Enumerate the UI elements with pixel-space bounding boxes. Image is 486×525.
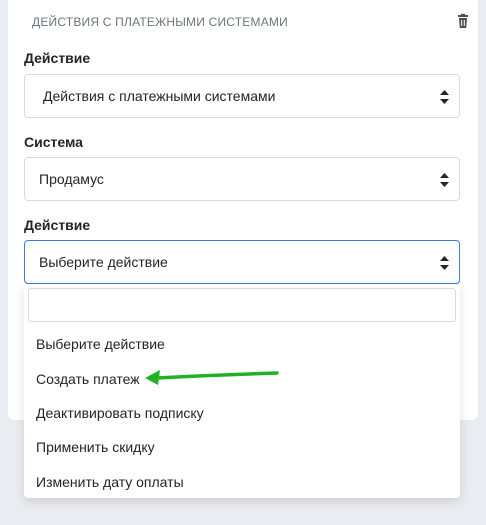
option-apply-discount[interactable]: Применить скидку [36, 439, 155, 455]
action-label-2: Действие [24, 217, 91, 233]
action-select[interactable]: Выберите действие [24, 240, 460, 284]
action-label: Действие [24, 50, 91, 66]
select-arrows-icon [440, 256, 449, 270]
action-type-value: Действия с платежными системами [43, 88, 276, 104]
card-title: Действия с платежными системами [32, 15, 288, 29]
system-value: Продамус [39, 171, 104, 187]
option-deactivate-subscription[interactable]: Деактивировать подписку [36, 405, 204, 421]
dropdown-search-input[interactable] [28, 288, 456, 322]
option-create-payment[interactable]: Создать платеж [36, 371, 140, 387]
annotation-arrow-icon [145, 370, 279, 385]
system-select[interactable]: Продамус [24, 157, 460, 201]
action-dropdown: Выберите действие Создать платеж Деактив… [24, 284, 460, 498]
option-select-action[interactable]: Выберите действие [36, 336, 165, 352]
select-arrows-icon [440, 90, 449, 104]
select-arrows-icon [440, 173, 449, 187]
action-value: Выберите действие [39, 254, 168, 270]
system-label: Система [24, 134, 83, 150]
action-type-select[interactable]: Действия с платежными системами [24, 74, 460, 118]
option-change-payment-date[interactable]: Изменить дату оплаты [36, 474, 184, 490]
trash-icon[interactable] [455, 13, 471, 29]
